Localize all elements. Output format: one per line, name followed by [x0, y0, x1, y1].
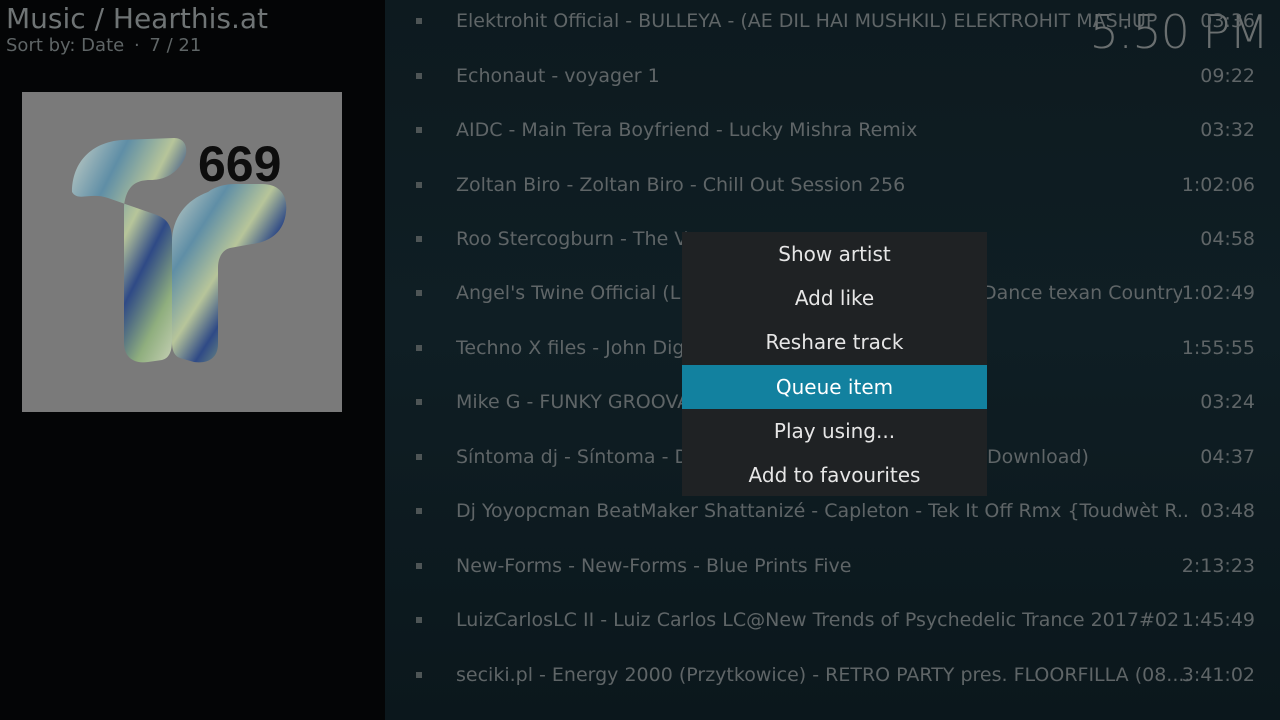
track-title: seciki.pl - Energy 2000 (Przytkowice) - …: [456, 664, 1191, 686]
bullet-icon: [416, 236, 422, 242]
track-duration: 3:41:02: [1181, 664, 1255, 686]
bullet-icon: [416, 563, 422, 569]
menu-item-show-artist[interactable]: Show artist: [682, 232, 987, 276]
bullet-icon: [416, 127, 422, 133]
bullet-icon: [416, 672, 422, 678]
track-title: LuizCarlosLC II - Luiz Carlos LC@New Tre…: [456, 609, 1180, 631]
breadcrumb: Music / Hearthis.at: [6, 2, 268, 35]
track-title: New-Forms - New-Forms - Blue Prints Five: [456, 555, 852, 577]
album-artwork: 669: [22, 92, 342, 412]
sort-info: Sort by: Date · 7 / 21: [6, 34, 201, 58]
track-duration: 04:58: [1200, 228, 1255, 250]
list-item[interactable]: Zoltan Biro - Zoltan Biro - Chill Out Se…: [385, 162, 1280, 216]
list-item[interactable]: New-Forms - New-Forms - Blue Prints Five…: [385, 543, 1280, 597]
bullet-icon: [416, 290, 422, 296]
hearthis-logo-icon: [72, 138, 287, 363]
context-menu: Show artist Add like Reshare track Queue…: [682, 232, 987, 496]
separator-dot: ·: [133, 35, 140, 56]
bullet-icon: [416, 399, 422, 405]
list-item[interactable]: seciki.pl - Energy 2000 (Przytkowice) - …: [385, 652, 1280, 706]
track-duration: 1:45:49: [1181, 609, 1255, 631]
bullet-icon: [416, 18, 422, 24]
bullet-icon: [416, 345, 422, 351]
track-duration: 09:22: [1200, 65, 1255, 87]
track-duration: 03:32: [1200, 119, 1255, 141]
menu-item-queue-item[interactable]: Queue item: [682, 365, 987, 409]
menu-item-add-to-favourites[interactable]: Add to favourites: [682, 453, 987, 497]
menu-item-add-like[interactable]: Add like: [682, 276, 987, 320]
track-title: Dj Yoyopcman BeatMaker Shattanizé - Capl…: [456, 500, 1191, 522]
menu-item-reshare-track[interactable]: Reshare track: [682, 320, 987, 364]
bullet-icon: [416, 617, 422, 623]
list-item[interactable]: LuizCarlosLC II - Luiz Carlos LC@New Tre…: [385, 597, 1280, 651]
list-item[interactable]: Echonaut - voyager 1 09:22: [385, 53, 1280, 107]
track-duration: 04:37: [1200, 446, 1255, 468]
bullet-icon: [416, 454, 422, 460]
sort-label[interactable]: Sort by: Date: [6, 35, 124, 56]
menu-item-play-using[interactable]: Play using...: [682, 409, 987, 453]
track-duration: 2:13:23: [1181, 555, 1255, 577]
track-title: Elektrohit Official - BULLEYA - (AE DIL …: [456, 10, 1158, 32]
track-title-right: Dance texan Country: [982, 282, 1182, 304]
bullet-icon: [416, 182, 422, 188]
bullet-icon: [416, 73, 422, 79]
track-title: Zoltan Biro - Zoltan Biro - Chill Out Se…: [456, 174, 906, 196]
track-duration: 03:48: [1200, 500, 1255, 522]
bullet-icon: [416, 508, 422, 514]
track-title: Echonaut - voyager 1: [456, 65, 660, 87]
track-duration: 1:02:49: [1181, 282, 1255, 304]
track-duration: 1:02:06: [1181, 174, 1255, 196]
item-position: 7 / 21: [149, 35, 202, 56]
artwork-number: 669: [198, 136, 282, 192]
track-title: AIDC - Main Tera Boyfriend - Lucky Mishr…: [456, 119, 918, 141]
track-duration: 03:24: [1200, 391, 1255, 413]
track-duration: 1:55:55: [1181, 337, 1255, 359]
list-item[interactable]: Elektrohit Official - BULLEYA - (AE DIL …: [385, 0, 1280, 52]
track-duration: 03:36: [1200, 10, 1255, 32]
list-item[interactable]: AIDC - Main Tera Boyfriend - Lucky Mishr…: [385, 107, 1280, 161]
track-title-right: Download): [987, 446, 1089, 468]
